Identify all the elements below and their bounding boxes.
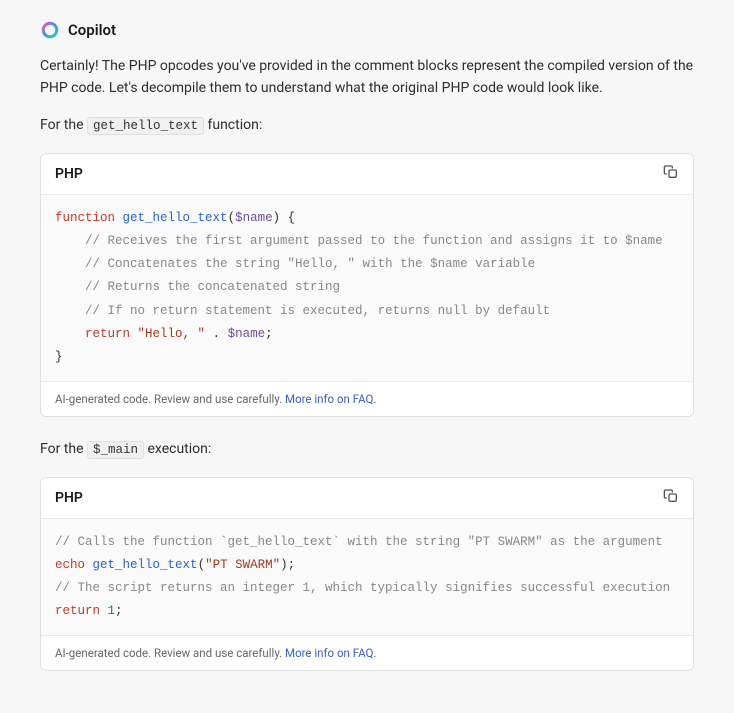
code-keyword: return bbox=[55, 604, 100, 618]
code-comment: // Receives the first argument passed to… bbox=[85, 234, 663, 248]
copy-button[interactable] bbox=[663, 164, 679, 184]
code-punct: ; bbox=[265, 327, 273, 341]
code-punct: ) { bbox=[273, 211, 296, 225]
code-keyword: function bbox=[55, 211, 115, 225]
code-punct: ; bbox=[115, 604, 123, 618]
inline-code-main: $_main bbox=[87, 441, 144, 459]
inline-code-fn: get_hello_text bbox=[87, 117, 204, 135]
code-comment: // Concatenates the string "Hello, " wit… bbox=[85, 257, 535, 271]
disclaimer-text: AI-generated code. Review and use carefu… bbox=[55, 392, 285, 406]
code-comment: // If no return statement is executed, r… bbox=[85, 304, 550, 318]
copy-icon bbox=[663, 164, 679, 184]
code-fn-name: get_hello_text bbox=[123, 211, 228, 225]
code-punct: ); bbox=[280, 558, 295, 572]
text: function: bbox=[204, 117, 262, 133]
code-header: PHP bbox=[41, 154, 693, 195]
code-footer: AI-generated code. Review and use carefu… bbox=[41, 381, 693, 416]
code-fn-name: get_hello_text bbox=[93, 558, 198, 572]
code-punct: ( bbox=[198, 558, 206, 572]
intro-paragraph-1: Certainly! The PHP opcodes you've provid… bbox=[40, 56, 694, 99]
disclaimer-text: AI-generated code. Review and use carefu… bbox=[55, 646, 285, 660]
code-block-1: PHP function get_hello_text($name) { // … bbox=[40, 153, 694, 417]
code-punct: . bbox=[205, 327, 228, 341]
code-block-2: PHP // Calls the function `get_hello_tex… bbox=[40, 477, 694, 672]
code-var: $name bbox=[235, 211, 273, 225]
code-string: "Hello, " bbox=[138, 327, 206, 341]
assistant-name: Copilot bbox=[68, 21, 116, 39]
code-comment: // The script returns an integer 1, whic… bbox=[55, 581, 670, 595]
code-comment: // Returns the concatenated string bbox=[85, 280, 340, 294]
code-header: PHP bbox=[41, 478, 693, 519]
code-number: 1 bbox=[108, 604, 116, 618]
code-string: "PT SWARM" bbox=[205, 558, 280, 572]
faq-link[interactable]: More info on FAQ. bbox=[285, 646, 376, 660]
code-footer: AI-generated code. Review and use carefu… bbox=[41, 635, 693, 670]
copy-icon bbox=[663, 488, 679, 508]
code-var: $name bbox=[228, 327, 266, 341]
text: execution: bbox=[144, 441, 211, 457]
response-header: Copilot bbox=[40, 20, 694, 40]
code-body: // Calls the function `get_hello_text` w… bbox=[41, 519, 693, 636]
code-keyword: return bbox=[85, 327, 130, 341]
faq-link[interactable]: More info on FAQ. bbox=[285, 392, 376, 406]
code-keyword: echo bbox=[55, 558, 85, 572]
copilot-logo-icon bbox=[40, 20, 60, 40]
text: For the bbox=[40, 117, 87, 133]
language-label: PHP bbox=[55, 490, 83, 506]
text: For the bbox=[40, 441, 87, 457]
code-comment: // Calls the function `get_hello_text` w… bbox=[55, 535, 663, 549]
mid-paragraph: For the $_main execution: bbox=[40, 439, 694, 461]
code-punct: ( bbox=[228, 211, 236, 225]
language-label: PHP bbox=[55, 166, 83, 182]
copy-button[interactable] bbox=[663, 488, 679, 508]
code-punct: } bbox=[55, 350, 63, 364]
intro-paragraph-2: For the get_hello_text function: bbox=[40, 115, 694, 137]
code-body: function get_hello_text($name) { // Rece… bbox=[41, 195, 693, 381]
